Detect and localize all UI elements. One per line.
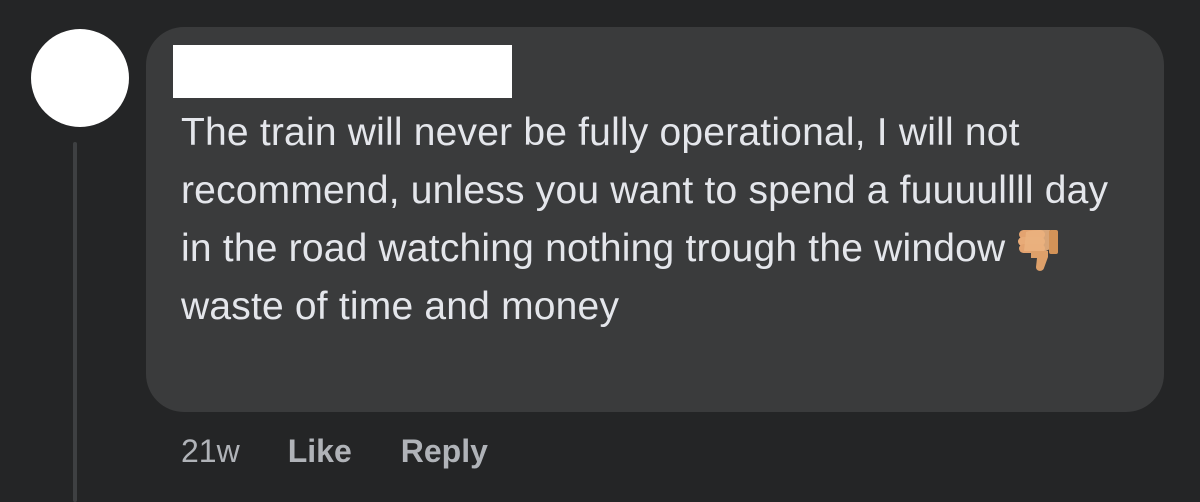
comment-timestamp[interactable]: 21w bbox=[181, 433, 240, 470]
comment-actions: 21w Like Reply bbox=[181, 428, 537, 474]
comment-text-before-emoji: The train will never be fully operationa… bbox=[181, 111, 1109, 270]
comment-text: The train will never be fully operationa… bbox=[181, 104, 1121, 336]
author-name-redacted[interactable] bbox=[173, 45, 512, 98]
avatar[interactable] bbox=[31, 29, 129, 127]
thumbs-down-icon bbox=[1018, 230, 1059, 271]
like-button[interactable]: Like bbox=[288, 433, 352, 470]
thread-line bbox=[73, 142, 77, 502]
reply-button[interactable]: Reply bbox=[401, 433, 488, 470]
comment-text-after-emoji: waste of time and money bbox=[181, 285, 620, 328]
comment-bubble: The train will never be fully operationa… bbox=[146, 27, 1164, 412]
